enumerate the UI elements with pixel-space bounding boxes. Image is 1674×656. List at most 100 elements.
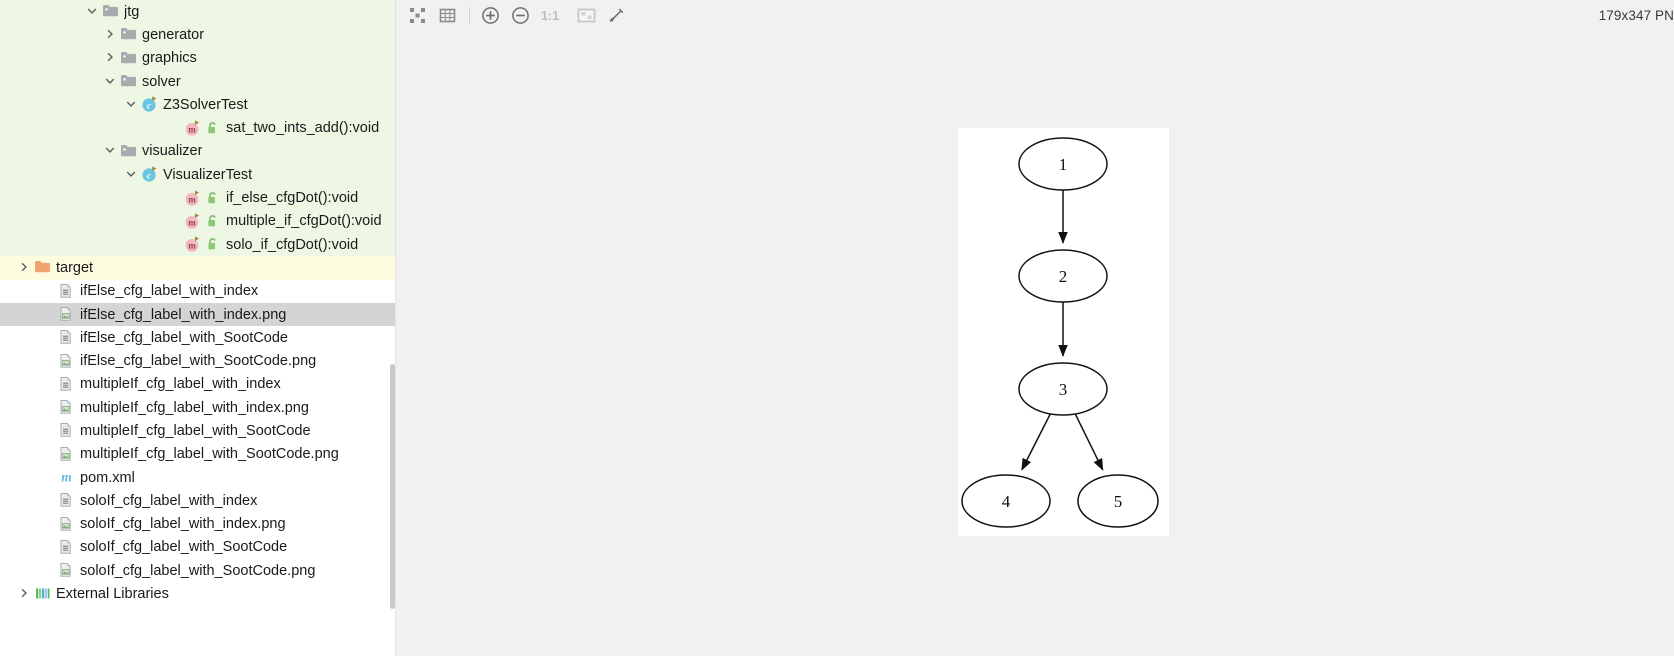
method-test-icon: m [184,213,201,230]
tree-row[interactable]: ifElse_cfg_label_with_SootCode.png [0,349,396,373]
tree-row[interactable]: multipleIf_cfg_label_with_SootCode.png [0,442,396,466]
tree-arrow-placeholder [42,331,56,345]
folder-gray-icon [120,26,137,43]
tree-row-label: visualizer [142,143,203,160]
tree-row-label: soloIf_cfg_label_with_SootCode [80,539,288,556]
tree-row-label: solo_if_cfgDot():void [226,236,359,253]
project-tree-panel[interactable]: jtg generator graphics solver c Z3SolverTest m… [0,0,396,656]
tree-row-label: sat_two_ints_add():void [226,120,380,137]
libraries-icon [34,586,51,603]
chevron-down-icon[interactable] [86,5,100,19]
graph-node-label: 1 [1059,155,1068,174]
chevron-down-icon[interactable] [125,168,139,182]
unlock-icon [206,237,220,252]
tree-row-label: soloIf_cfg_label_with_index [80,492,258,509]
tree-row-label: jtg [124,3,140,20]
tree-arrow-placeholder [168,214,182,228]
actual-size-label: 1:1 [540,8,560,23]
tree-arrow-placeholder [168,238,182,252]
color-picker-icon[interactable] [603,4,629,28]
toggle-chessboard-icon[interactable] [573,4,599,28]
tree-arrow-placeholder [42,540,56,554]
tree-row-label: target [56,259,94,276]
tree-row[interactable]: multipleIf_cfg_label_with_SootCode [0,419,396,443]
tree-row[interactable]: solver [0,69,396,94]
folder-gray-icon [120,50,137,67]
tree-row-label: ifElse_cfg_label_with_index [80,283,259,300]
tree-row-label: multipleIf_cfg_label_with_index.png [80,399,309,416]
tree-row[interactable]: jtg [0,0,396,24]
folder-gray-icon [120,143,137,160]
tree-arrow-placeholder [42,401,56,415]
file-image-icon [58,446,75,463]
tree-row-label: graphics [142,50,197,67]
folder-orange-icon [34,259,51,276]
graph-node-label: 3 [1059,380,1068,399]
svg-text:m: m [188,194,196,204]
file-image-icon [58,353,75,370]
tree-row[interactable]: graphics [0,46,396,70]
tree-row[interactable]: multipleIf_cfg_label_with_index.png [0,396,396,420]
tree-arrow-placeholder [42,494,56,508]
tree-row[interactable]: soloIf_cfg_label_with_index.png [0,512,396,536]
svg-text:m: m [188,124,196,134]
tree-row[interactable]: m multiple_if_cfgDot():void [0,209,396,233]
tree-arrow-placeholder [42,471,56,485]
tree-row[interactable]: ifElse_cfg_label_with_index.png [0,302,396,327]
chevron-down-icon[interactable] [104,144,118,158]
tree-row[interactable]: c Z3SolverTest [0,93,396,117]
tree-row-label: ifElse_cfg_label_with_SootCode.png [80,353,317,370]
tree-row[interactable]: External Libraries [0,582,396,606]
file-image-icon [58,516,75,533]
chevron-right-icon[interactable] [18,587,32,601]
toggle-grid-icon[interactable] [434,4,460,28]
chevron-down-icon[interactable] [125,98,139,112]
actual-size-icon[interactable]: 1:1 [537,4,563,28]
tree-row[interactable]: multipleIf_cfg_label_with_index [0,372,396,397]
tree-row[interactable]: ifElse_cfg_label_with_SootCode [0,326,396,350]
chevron-right-icon[interactable] [104,51,118,65]
chevron-right-icon[interactable] [104,28,118,42]
tree-row[interactable]: m if_else_cfgDot():void [0,186,396,210]
tree-row[interactable]: target [0,256,396,280]
tree-row-label: Z3SolverTest [163,96,248,113]
tree-row[interactable]: ifElse_cfg_label_with_index [0,279,396,303]
tree-row[interactable]: m solo_if_cfgDot():void [0,232,396,257]
unlock-icon [206,214,220,229]
tree-row[interactable]: m sat_two_ints_add():void [0,116,396,140]
graph-node-label: 4 [1002,492,1011,511]
zoom-out-icon[interactable] [507,4,533,28]
tree-row[interactable]: soloIf_cfg_label_with_SootCode [0,535,396,560]
tree-row-label: generator [142,26,205,43]
image-dimensions-label: 179x347 PN [1598,8,1674,23]
method-test-icon: m [184,120,201,137]
tree-arrow-placeholder [42,377,56,391]
class-test-icon: c [141,96,158,113]
fit-content-icon[interactable] [404,4,430,28]
tree-row[interactable]: m pom.xml [0,465,396,490]
maven-icon: m [58,469,75,486]
tree-arrow-placeholder [168,191,182,205]
graph-node-label: 2 [1059,267,1068,286]
chevron-down-icon[interactable] [104,75,118,89]
zoom-in-icon[interactable] [477,4,503,28]
tree-row-label: solver [142,73,181,90]
tree-row[interactable]: soloIf_cfg_label_with_index [0,489,396,513]
graph-node-label: 5 [1114,492,1123,511]
svg-text:m: m [188,241,196,251]
file-text-icon [58,422,75,439]
tree-row[interactable]: soloIf_cfg_label_with_SootCode.png [0,559,396,583]
project-tree[interactable]: jtg generator graphics solver c Z3SolverTest m… [0,0,396,606]
file-text-icon [58,539,75,556]
chevron-right-icon[interactable] [18,261,32,275]
method-test-icon: m [184,190,201,207]
tree-row[interactable]: generator [0,23,396,47]
tree-row-label: VisualizerTest [163,166,253,183]
ide-image-viewer-window: jtg generator graphics solver c Z3SolverTest m… [0,0,1674,656]
image-canvas[interactable]: 1 2 3 4 5 [958,128,1169,536]
tree-row[interactable]: c VisualizerTest [0,163,396,187]
toolbar-separator [469,7,470,24]
tree-row-label: multipleIf_cfg_label_with_SootCode [80,422,311,439]
image-viewer-toolbar[interactable]: 1:1 [396,0,1674,31]
tree-row[interactable]: visualizer [0,139,396,164]
